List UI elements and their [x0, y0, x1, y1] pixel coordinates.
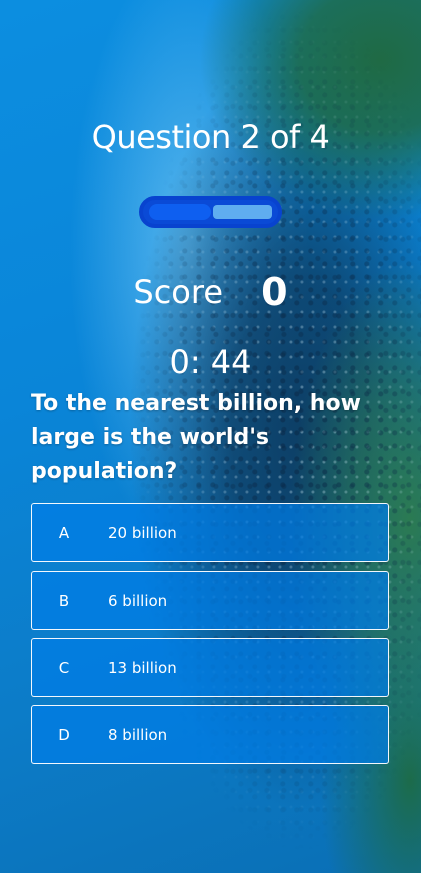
answer-option-d[interactable]: D 8 billion	[31, 705, 389, 764]
quiz-screen: Question 2 of 4 Score 0 0: 44 To the nea…	[0, 0, 421, 873]
answer-text: 13 billion	[108, 658, 177, 677]
score-display: Score 0	[0, 270, 421, 314]
answer-letter: D	[58, 725, 70, 744]
answer-option-b[interactable]: B 6 billion	[31, 571, 389, 630]
question-text: To the nearest billion, how large is the…	[31, 391, 361, 484]
progress-bar-remaining	[213, 205, 272, 219]
score-label: Score	[133, 273, 223, 311]
answer-text: 8 billion	[108, 725, 168, 744]
answer-text: 6 billion	[108, 591, 168, 610]
answer-letter: C	[58, 658, 70, 677]
answer-letter: A	[58, 523, 70, 542]
score-value: 0	[261, 270, 288, 314]
answer-text: 20 billion	[108, 523, 177, 542]
question-counter: Question 2 of 4	[91, 118, 330, 156]
progress-bar-fill	[149, 204, 211, 220]
countdown-timer: 0: 44	[169, 343, 252, 381]
progress-bar	[139, 196, 282, 228]
answer-letter: B	[58, 591, 70, 610]
answer-option-a[interactable]: A 20 billion	[31, 503, 389, 562]
answer-option-c[interactable]: C 13 billion	[31, 638, 389, 697]
